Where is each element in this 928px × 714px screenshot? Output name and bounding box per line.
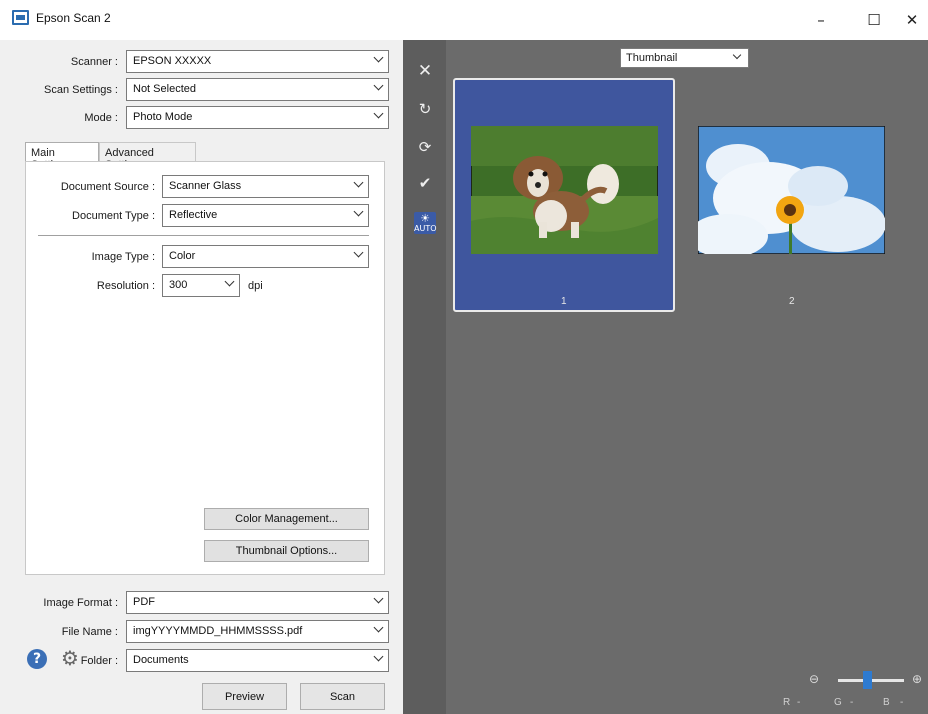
resolution-select[interactable]: 300: [162, 274, 240, 297]
sun-icon: ☀: [420, 212, 430, 225]
image-format-label: Image Format :: [43, 597, 118, 609]
gear-icon[interactable]: ⚙: [60, 648, 80, 668]
document-source-select[interactable]: Scanner Glass: [162, 175, 369, 198]
resolution-unit: dpi: [248, 280, 263, 292]
rotate-all-icon[interactable]: ⟳: [414, 136, 436, 158]
chevron-down-icon: [353, 177, 364, 188]
document-type-label: Document Type :: [72, 210, 155, 222]
mode-label: Mode :: [84, 112, 118, 124]
rgb-b-label: B: [883, 697, 890, 708]
rgb-g-label: G: [834, 697, 842, 708]
image-format-select[interactable]: PDF: [126, 591, 389, 614]
view-mode-select[interactable]: Thumbnail: [620, 48, 749, 68]
auto-label: AUTO: [414, 224, 437, 233]
window-title: Epson Scan 2: [36, 11, 111, 25]
rgb-g-value: -: [850, 697, 854, 708]
document-type-select[interactable]: Reflective: [162, 204, 369, 227]
chevron-down-icon: [373, 108, 384, 119]
zoom-in-icon[interactable]: ⊕: [912, 672, 922, 686]
scan-button[interactable]: Scan: [300, 683, 385, 710]
scanner-select[interactable]: EPSON XXXXX: [126, 50, 389, 73]
chevron-down-icon: [353, 206, 364, 217]
rotate-icon[interactable]: ↻: [414, 98, 436, 120]
minimize-button[interactable]: –: [798, 0, 844, 40]
rgb-b-value: -: [900, 697, 904, 708]
thumbnail-1-image[interactable]: [471, 126, 658, 254]
scanner-value: EPSON XXXXX: [133, 55, 212, 67]
chevron-down-icon: [373, 651, 384, 662]
rgb-r-label: R: [783, 697, 791, 708]
rgb-r-value: -: [797, 697, 801, 708]
document-source-label: Document Source :: [60, 181, 155, 193]
mode-select[interactable]: Photo Mode: [126, 106, 389, 129]
image-type-select[interactable]: Color: [162, 245, 369, 268]
image-format-value: PDF: [133, 596, 155, 608]
close-window-button[interactable]: ✕: [896, 0, 928, 40]
auto-exposure-icon[interactable]: ☀ AUTO: [414, 212, 437, 234]
scanner-label: Scanner :: [70, 56, 118, 68]
image-type-value: Color: [169, 250, 196, 262]
file-name-select[interactable]: imgYYYYMMDD_HHMMSSSS.pdf: [126, 620, 389, 643]
help-icon[interactable]: ?: [27, 649, 47, 669]
maximize-button[interactable]: ☐: [851, 0, 897, 40]
thumbnail-1-number: 1: [561, 296, 567, 307]
tab-main-settings[interactable]: Main Settings: [25, 142, 99, 171]
thumbnail-2-image[interactable]: [698, 126, 885, 254]
chevron-down-icon: [353, 247, 364, 258]
folder-value: Documents: [133, 654, 189, 666]
folder-select[interactable]: Documents: [126, 649, 389, 672]
settings-divider: [38, 235, 369, 236]
chevron-down-icon: [373, 52, 384, 63]
document-source-value: Scanner Glass: [169, 180, 242, 192]
thumbnail-2-number: 2: [789, 296, 795, 307]
chevron-down-icon: [373, 593, 384, 604]
scan-settings-value: Not Selected: [133, 83, 196, 95]
file-name-value: imgYYYYMMDD_HHMMSSSS.pdf: [133, 625, 303, 637]
chevron-down-icon: [732, 50, 742, 60]
epson-scan-app-icon: [12, 10, 29, 25]
resolution-label: Resolution :: [96, 280, 155, 292]
zoom-out-icon[interactable]: ⊖: [809, 672, 819, 686]
chevron-down-icon: [373, 80, 384, 91]
preview-button[interactable]: Preview: [202, 683, 287, 710]
chevron-down-icon: [224, 276, 235, 287]
file-name-label: File Name :: [61, 626, 118, 638]
title-bar: Epson Scan 2 – ☐ ✕: [0, 0, 928, 40]
close-preview-icon[interactable]: ✕: [414, 60, 436, 82]
color-management-button[interactable]: Color Management...: [204, 508, 369, 530]
document-type-value: Reflective: [169, 209, 218, 221]
zoom-slider-handle[interactable]: [863, 671, 873, 689]
scan-settings-label: Scan Settings :: [44, 84, 118, 96]
view-mode-value: Thumbnail: [626, 52, 678, 64]
image-type-label: Image Type :: [91, 251, 155, 263]
check-all-icon[interactable]: ✔: [414, 172, 436, 194]
scan-settings-select[interactable]: Not Selected: [126, 78, 389, 101]
thumbnail-options-button[interactable]: Thumbnail Options...: [204, 540, 369, 562]
tab-advanced-settings[interactable]: Advanced Settings: [99, 142, 196, 171]
resolution-value: 300: [169, 279, 188, 291]
chevron-down-icon: [373, 622, 384, 633]
mode-value: Photo Mode: [133, 111, 193, 123]
